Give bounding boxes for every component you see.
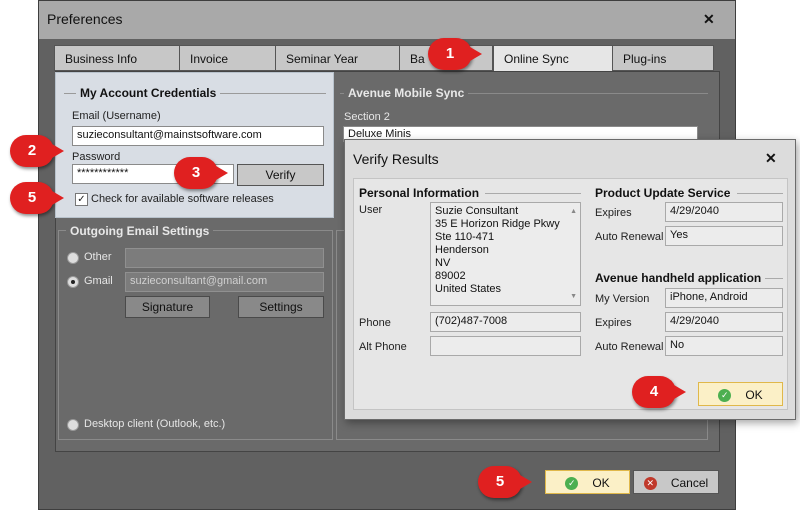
expires-label: Expires: [595, 207, 632, 219]
check-updates-checkbox[interactable]: ✓: [75, 193, 88, 206]
check-icon: ✓: [718, 389, 732, 403]
verify-results-dialog: Verify Results ✕ Personal Information Us…: [344, 139, 796, 420]
check-updates-label: Check for available software releases: [91, 193, 274, 205]
alt-phone-field[interactable]: [430, 336, 581, 356]
address-line: United States: [435, 283, 502, 295]
tab-online-sync[interactable]: Online Sync: [493, 45, 613, 73]
verify-ok-label: OK: [745, 388, 763, 402]
section-label: Section 2: [344, 111, 390, 123]
tab-invoice[interactable]: Invoice: [179, 45, 276, 71]
hh-auto-renewal-label: Auto Renewal: [595, 341, 664, 353]
other-label: Other: [84, 251, 112, 263]
tab-plug-ins[interactable]: Plug-ins: [612, 45, 714, 71]
step-badge-4: 4: [632, 376, 686, 408]
other-field[interactable]: [125, 248, 324, 268]
gmail-radio[interactable]: [67, 276, 79, 288]
pus-expires-field[interactable]: 4/29/2040: [665, 202, 783, 222]
alt-phone-label: Alt Phone: [359, 341, 407, 353]
hh-expires-label: Expires: [595, 317, 632, 329]
email-label: Email (Username): [72, 110, 161, 122]
close-icon[interactable]: ✕: [703, 11, 715, 28]
cancel-label: Cancel: [670, 476, 709, 490]
address-line: Henderson: [435, 244, 489, 256]
product-update-title: Product Update Service: [595, 186, 731, 200]
scroll-down-icon[interactable]: ▼: [570, 290, 577, 303]
group-line: [765, 278, 783, 279]
phone-label: Phone: [359, 317, 391, 329]
my-version-label: My Version: [595, 293, 650, 305]
verify-ok-button[interactable]: ✓ OK: [698, 382, 783, 406]
phone-field[interactable]: (702)487-7008: [430, 312, 581, 332]
pus-auto-renewal-field[interactable]: Yes: [665, 226, 783, 246]
title-bar: [39, 1, 735, 39]
dialog-title: Verify Results: [353, 151, 439, 167]
address-line: 35 E Horizon Ridge Pkwy: [435, 218, 560, 230]
hh-expires-field[interactable]: 4/29/2040: [665, 312, 783, 332]
gmail-label: Gmail: [84, 275, 113, 287]
user-label: User: [359, 204, 383, 216]
scroll-up-icon[interactable]: ▲: [570, 205, 577, 218]
group-line: [737, 193, 783, 194]
address-line: Ste 110-471: [435, 231, 495, 243]
tab-seminar-year[interactable]: Seminar Year: [275, 45, 400, 71]
gmail-field[interactable]: suzieconsultant@gmail.com: [125, 272, 324, 292]
tab-business-info[interactable]: Business Info: [54, 45, 180, 71]
step-badge-1: 1: [428, 38, 482, 70]
ok-label: OK: [592, 476, 610, 490]
step-badge-5-footer: 5: [478, 466, 532, 498]
check-icon: ✓: [565, 477, 579, 491]
email-field[interactable]: suzieconsultant@mainstsoftware.com: [72, 126, 324, 146]
signature-button[interactable]: Signature: [125, 296, 210, 318]
ok-button[interactable]: ✓ OK: [545, 470, 630, 494]
step-badge-3: 3: [174, 157, 228, 189]
my-version-field[interactable]: iPhone, Android: [665, 288, 783, 308]
mobile-sync-title: Avenue Mobile Sync: [344, 86, 469, 100]
user-address-box[interactable]: Suzie Consultant 35 E Horizon Ridge Pkwy…: [430, 202, 581, 306]
verify-button[interactable]: Verify: [237, 164, 324, 186]
personal-info-title: Personal Information: [359, 186, 480, 200]
email-settings-title: Outgoing Email Settings: [66, 224, 214, 238]
step-badge-5: 5: [10, 182, 64, 214]
credentials-title: My Account Credentials: [76, 86, 221, 100]
address-line: NV: [435, 257, 451, 269]
handheld-title: Avenue handheld application: [595, 271, 762, 285]
window-title: Preferences: [47, 11, 123, 27]
password-label: Password: [72, 151, 121, 163]
close-icon[interactable]: ✕: [765, 150, 777, 167]
hh-auto-renewal-field[interactable]: No: [665, 336, 783, 356]
cancel-button[interactable]: ✕ Cancel: [633, 470, 719, 494]
desktop-client-radio[interactable]: [67, 419, 79, 431]
group-line: [485, 193, 581, 194]
desktop-client-label: Desktop client (Outlook, etc.): [84, 418, 226, 430]
address-line: 89002: [435, 270, 466, 282]
auto-renewal-label: Auto Renewal: [595, 231, 664, 243]
settings-button[interactable]: Settings: [238, 296, 324, 318]
cancel-icon: ✕: [643, 477, 657, 491]
step-badge-2: 2: [10, 135, 64, 167]
address-line: Suzie Consultant: [435, 205, 519, 217]
other-radio[interactable]: [67, 252, 79, 264]
